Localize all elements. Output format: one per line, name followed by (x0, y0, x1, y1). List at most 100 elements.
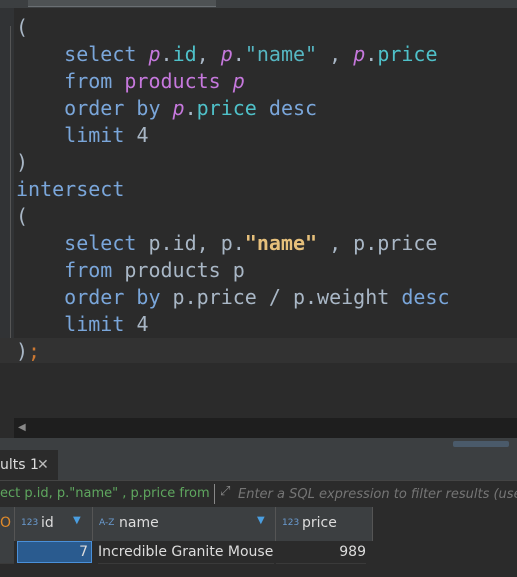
editor-empty-area (0, 363, 517, 418)
code-token: . (160, 42, 173, 66)
code-line[interactable]: ) (16, 149, 517, 176)
fold-guide (10, 26, 11, 361)
code-line[interactable]: ( (16, 14, 517, 41)
column-name: name (119, 515, 159, 531)
code-token: order by (64, 96, 161, 120)
expand-icon[interactable]: ⤢ (220, 484, 230, 499)
splitter-grip[interactable] (453, 441, 509, 447)
code-token: limit (64, 312, 125, 336)
cell-price[interactable]: 989 (276, 541, 366, 564)
code-token: select (64, 42, 137, 66)
editor-tab[interactable] (28, 0, 216, 7)
code-token: p (353, 42, 366, 66)
editor-gutter (0, 8, 14, 363)
code-line[interactable]: intersect (16, 176, 517, 203)
code-area[interactable]: ( select p.id, p."name" , p.price from p… (0, 14, 517, 365)
code-token: p (220, 42, 233, 66)
cell-name[interactable]: Incredible Granite Mouse (98, 541, 274, 564)
code-token: p (172, 96, 185, 120)
code-token: id (172, 42, 197, 66)
cell-id[interactable]: 7 (17, 541, 92, 563)
horizontal-scrollbar[interactable]: ◀ (14, 418, 517, 438)
text-type-icon: A-Z (99, 518, 115, 528)
sql-editor[interactable]: ( select p.id, p."name" , p.price from p… (0, 8, 517, 365)
code-token: ; (28, 339, 41, 363)
code-token: , p.price (317, 231, 438, 255)
code-line[interactable]: from products p (16, 68, 517, 95)
code-token: intersect (16, 177, 125, 201)
results-tab-bar: ults 1 ✕ (0, 450, 517, 480)
code-token: , (317, 42, 354, 66)
tab-results-1[interactable]: ults 1 ✕ (0, 450, 58, 480)
row-number-header: O (0, 507, 15, 541)
code-line[interactable]: ( (16, 203, 517, 230)
results-grid: O 123 id ▼ A-Z name ▼ 123 price 7 Incred… (0, 507, 517, 577)
code-token: desc (401, 285, 450, 309)
code-token: "name" (244, 42, 318, 66)
code-token: ( (16, 15, 29, 39)
code-line[interactable]: limit 4 (16, 122, 517, 149)
filter-input[interactable] (238, 484, 517, 504)
code-token: . (365, 42, 378, 66)
code-token: from (64, 258, 113, 282)
filter-bar: ect p.id, p."name" , p.price from ⤢ (0, 480, 517, 508)
code-token: select (64, 231, 137, 255)
code-token: 4 (136, 123, 149, 147)
row-number[interactable] (0, 541, 14, 564)
column-header-id[interactable]: 123 id ▼ (15, 507, 93, 541)
code-line[interactable]: order by p.price desc (16, 95, 517, 122)
scroll-left-icon[interactable]: ◀ (18, 422, 26, 433)
code-token: 4 (136, 312, 149, 336)
code-line[interactable]: from products p (16, 257, 517, 284)
code-token: price (377, 42, 438, 66)
code-token: . (184, 96, 197, 120)
code-token: p.id, p. (136, 231, 245, 255)
code-line[interactable]: order by p.price / p.weight desc (16, 284, 517, 311)
code-token: p (148, 42, 161, 66)
code-token: desc (268, 96, 318, 120)
code-line[interactable]: ); (0, 338, 517, 365)
sort-dropdown-icon[interactable]: ▼ (257, 515, 265, 526)
column-header-price[interactable]: 123 price (276, 507, 373, 541)
code-token: ( (16, 204, 29, 228)
code-token: p (232, 69, 245, 93)
editor-tab-bar (0, 0, 517, 8)
tab-label: ults 1 (0, 457, 39, 473)
code-token: limit (64, 123, 125, 147)
code-token: from (64, 69, 113, 93)
code-token: . (232, 42, 245, 66)
sort-dropdown-icon[interactable]: ▼ (73, 515, 81, 526)
code-token: products (124, 69, 221, 93)
code-token: ) (16, 150, 29, 174)
query-text: ect p.id, p."name" , p.price from (0, 486, 210, 501)
code-token: products p (112, 258, 245, 282)
code-line[interactable]: select p.id, p."name" , p.price (16, 41, 517, 68)
code-token: p.price / p.weight (160, 285, 402, 309)
column-name: id (41, 515, 54, 531)
code-line[interactable]: limit 4 (16, 311, 517, 338)
code-line[interactable]: select p.id, p."name" , p.price (16, 230, 517, 257)
code-token: ) (16, 339, 29, 363)
panel-splitter[interactable] (0, 438, 517, 450)
code-token: order by (64, 285, 161, 309)
column-name: price (302, 515, 337, 531)
code-token: "name" (244, 231, 318, 255)
column-header-name[interactable]: A-Z name ▼ (93, 507, 276, 541)
row-marker-icon: O (0, 515, 12, 531)
code-token: price (196, 96, 257, 120)
filter-divider (214, 484, 215, 504)
close-icon[interactable]: ✕ (37, 450, 49, 480)
